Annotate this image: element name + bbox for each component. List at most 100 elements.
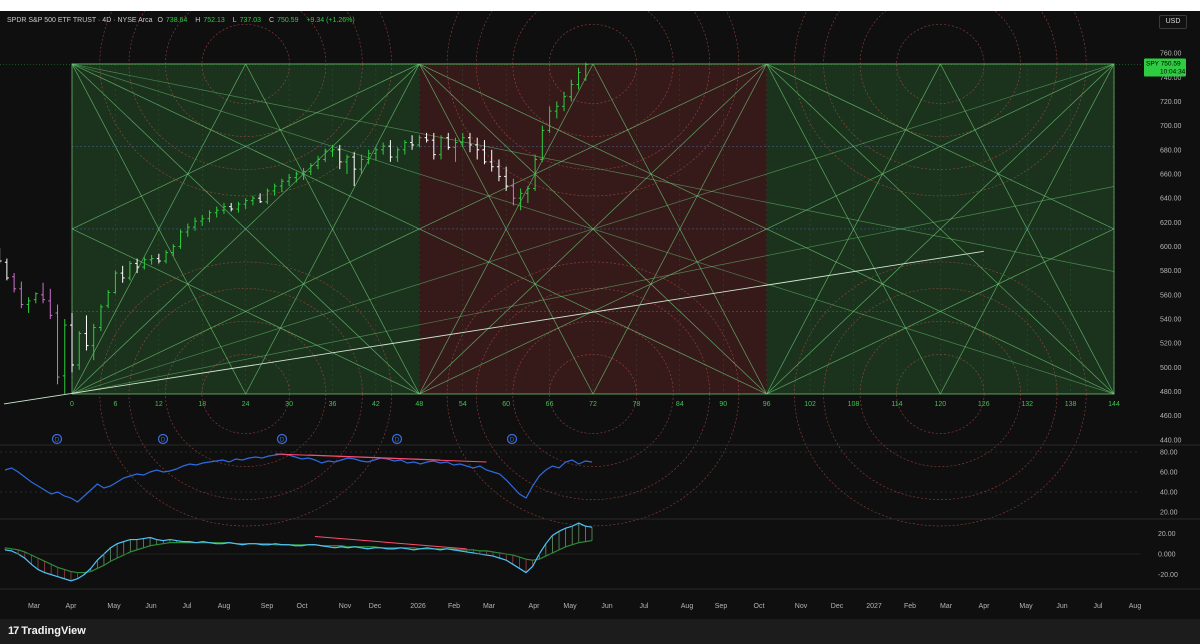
tradingview-mark-icon: 17 bbox=[8, 625, 19, 637]
time-axis-label: Dec bbox=[831, 603, 844, 610]
event-marker-label: D bbox=[280, 438, 285, 444]
price-tick-label: 680.00 bbox=[1160, 147, 1182, 154]
gann-x-tick: 60 bbox=[502, 401, 510, 408]
macd-pane: 20.00 0.000 -20.00 bbox=[0, 522, 1178, 582]
gann-x-tick: 36 bbox=[329, 401, 337, 408]
price-bar bbox=[4, 258, 9, 281]
price-tick-label: 440.00 bbox=[1160, 437, 1182, 444]
time-axis-label: Aug bbox=[681, 603, 694, 610]
time-axis-label: Feb bbox=[904, 603, 916, 610]
time-axis-label: 2026 bbox=[410, 603, 426, 610]
time-axis-label: Mar bbox=[940, 603, 953, 610]
time-axis-label: Apr bbox=[979, 603, 991, 610]
last-price-countdown: 10:04:34 bbox=[1160, 68, 1186, 75]
time-axis-label: Apr bbox=[529, 603, 541, 610]
time-axis-label: Sep bbox=[715, 603, 728, 610]
event-marker-label: D bbox=[161, 438, 166, 444]
rsi-tick-label: 80.00 bbox=[1160, 450, 1178, 457]
time-axis-label: Jul bbox=[1094, 603, 1103, 610]
price-bar bbox=[55, 304, 60, 385]
gann-x-tick: 18 bbox=[198, 401, 206, 408]
chart-canvas[interactable]: 80.00 60.00 40.00 20.00 20.00 0.000 -20.00 76… bbox=[0, 0, 1200, 619]
time-axis-label: Jul bbox=[640, 603, 649, 610]
price-bar bbox=[19, 281, 24, 309]
price-tick-label: 520.00 bbox=[1160, 341, 1182, 348]
time-axis-label: Jun bbox=[145, 603, 156, 610]
price-tick-label: 560.00 bbox=[1160, 292, 1182, 299]
gann-x-tick: 24 bbox=[242, 401, 250, 408]
gann-x-tick: 0 bbox=[70, 401, 74, 408]
gann-x-tick: 30 bbox=[285, 401, 293, 408]
time-axis-label: Jun bbox=[601, 603, 612, 610]
time-axis-label: Aug bbox=[1129, 603, 1142, 610]
macd-tick-label: 0.000 bbox=[1158, 552, 1176, 559]
price-tick-label: 540.00 bbox=[1160, 317, 1182, 324]
price-tick-label: 700.00 bbox=[1160, 123, 1182, 130]
tradingview-wordmark: TradingView bbox=[21, 625, 86, 637]
gann-x-tick: 132 bbox=[1021, 401, 1033, 408]
time-axis-label: May bbox=[1019, 603, 1033, 610]
time-axis-label: Oct bbox=[754, 603, 765, 610]
time-axis-label: Sep bbox=[261, 603, 274, 610]
price-bar bbox=[33, 292, 38, 304]
event-marker-label: D bbox=[510, 438, 515, 444]
price-tick-label: 620.00 bbox=[1160, 220, 1182, 227]
gann-x-tick: 6 bbox=[113, 401, 117, 408]
price-tick-label: 660.00 bbox=[1160, 171, 1182, 178]
gann-x-tick: 108 bbox=[848, 401, 860, 408]
rsi-tick-label: 60.00 bbox=[1160, 470, 1178, 477]
time-axis-label: Nov bbox=[339, 603, 352, 610]
rsi-tick-label: 20.00 bbox=[1160, 510, 1178, 517]
event-marker-label: D bbox=[55, 438, 60, 444]
time-axis-label: Mar bbox=[483, 603, 496, 610]
gann-x-tick: 96 bbox=[763, 401, 771, 408]
price-bar bbox=[0, 247, 2, 264]
price-tick-label: 720.00 bbox=[1160, 99, 1182, 106]
price-bar bbox=[48, 288, 53, 320]
time-axis-label: Mar bbox=[28, 603, 41, 610]
price-tick-label: 640.00 bbox=[1160, 196, 1182, 203]
price-tick-label: 480.00 bbox=[1160, 389, 1182, 396]
gann-x-tick: 42 bbox=[372, 401, 380, 408]
gann-x-tick: 72 bbox=[589, 401, 597, 408]
time-axis-label: Nov bbox=[795, 603, 808, 610]
rsi-tick-label: 40.00 bbox=[1160, 490, 1178, 497]
gann-x-tick: 90 bbox=[719, 401, 727, 408]
gann-x-tick: 102 bbox=[804, 401, 816, 408]
gann-x-tick: 78 bbox=[633, 401, 641, 408]
time-axis-label: Jun bbox=[1056, 603, 1067, 610]
footer-bar: 17 TradingView bbox=[0, 619, 1200, 644]
gann-x-tick: 66 bbox=[546, 401, 554, 408]
time-axis-label: May bbox=[107, 603, 121, 610]
gann-x-tick: 144 bbox=[1108, 401, 1120, 408]
price-tick-label: 600.00 bbox=[1160, 244, 1182, 251]
chart-svg[interactable]: 80.00 60.00 40.00 20.00 20.00 0.000 -20.00 76… bbox=[0, 0, 1200, 619]
rsi-line bbox=[4, 453, 593, 503]
time-axis-label: May bbox=[563, 603, 577, 610]
price-tick-label: 760.00 bbox=[1160, 51, 1182, 58]
macd-tick-label: 20.00 bbox=[1158, 531, 1176, 538]
price-tick-label: 580.00 bbox=[1160, 268, 1182, 275]
rsi-pane: 80.00 60.00 40.00 20.00 bbox=[0, 450, 1178, 517]
time-axis-label: Aug bbox=[218, 603, 231, 610]
time-axis-label: Apr bbox=[66, 603, 78, 610]
price-bar bbox=[12, 273, 17, 293]
tradingview-window: SPDR S&P 500 ETF TRUST · 4D · NYSE Arca … bbox=[0, 0, 1200, 644]
price-bar bbox=[41, 282, 46, 304]
price-bar bbox=[62, 319, 67, 394]
price-tick-label: 460.00 bbox=[1160, 413, 1182, 420]
time-axis-label: Jul bbox=[183, 603, 192, 610]
gann-x-tick: 48 bbox=[415, 401, 423, 408]
time-axis-label: Feb bbox=[448, 603, 460, 610]
gann-x-tick: 54 bbox=[459, 401, 467, 408]
gann-x-tick: 126 bbox=[978, 401, 990, 408]
tradingview-logo[interactable]: 17 TradingView bbox=[8, 625, 86, 637]
top-strip bbox=[0, 0, 1200, 11]
gann-x-tick: 12 bbox=[155, 401, 163, 408]
time-axis-label: Oct bbox=[297, 603, 308, 610]
price-tick-label: 500.00 bbox=[1160, 365, 1182, 372]
gann-x-tick: 138 bbox=[1065, 401, 1077, 408]
price-pane bbox=[0, 0, 1115, 527]
price-bar bbox=[26, 297, 31, 313]
last-price-ticker: SPY 750.59 bbox=[1146, 60, 1181, 67]
